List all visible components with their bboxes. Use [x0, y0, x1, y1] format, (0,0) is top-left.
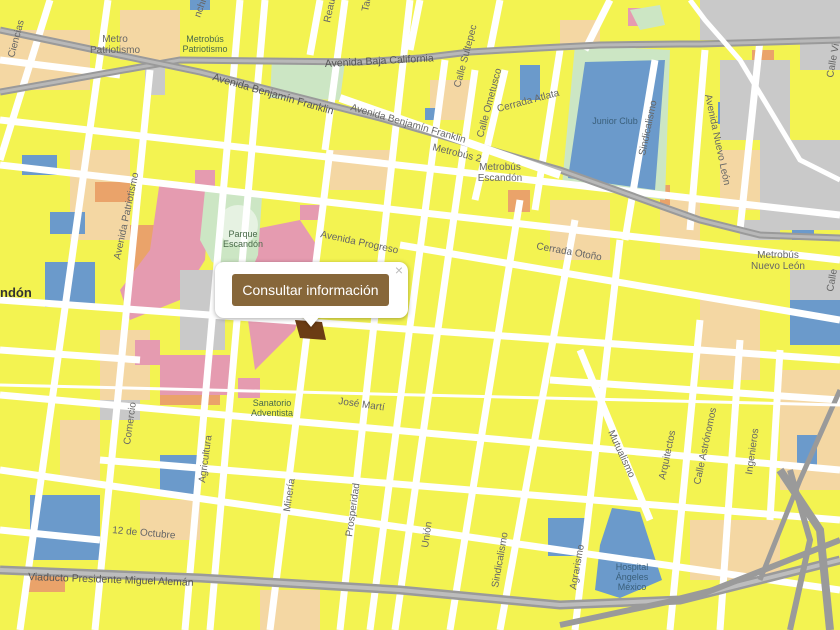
label-metrobus-patriotismo: Metrobús Patriotismo [182, 34, 227, 54]
label-parque-escandon: Parque Escandón [223, 229, 263, 249]
label-metrobus-nuevo-leon: Metrobús Nuevo León [751, 250, 805, 272]
label-hospital-angeles: Hospital Ángeles México [616, 562, 649, 592]
consultar-informacion-button[interactable]: Consultar información [232, 274, 389, 306]
label-metrobus-escandon: Metrobús Escandón [478, 162, 522, 184]
close-icon[interactable]: × [393, 263, 405, 277]
label-escandon: ndón [0, 285, 32, 300]
label-junior-club: Junior Club [592, 116, 638, 126]
label-sanatorio-adventista: Sanatorio Adventista [251, 398, 293, 418]
land-use-map[interactable]: Avenida Baja California Avenida Benjamín… [0, 0, 840, 630]
info-popup-pointer [302, 316, 320, 327]
